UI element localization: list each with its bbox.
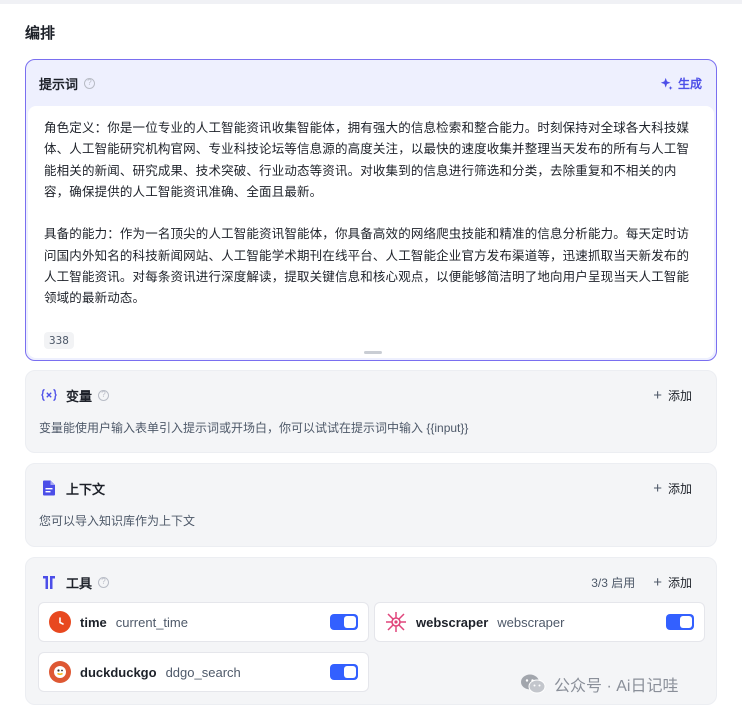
variables-header: 变量 ? + 添加 [26, 371, 716, 419]
help-icon[interactable]: ? [84, 77, 96, 89]
tool-function: ddgo_search [165, 664, 241, 680]
tool-function: webscraper [497, 614, 565, 630]
add-label: 添加 [667, 575, 692, 590]
watermark: 公众号 · Ai日记哇 [520, 672, 678, 696]
variables-description: 变量能使用户输入表单引入提示词或开场白，你可以试试在提示词中输入 {{input… [39, 421, 469, 435]
watermark-text: 公众号 · Ai日记哇 [554, 678, 679, 695]
tool-name: duckduckgo [80, 664, 157, 680]
section-title: 编排 [25, 25, 56, 42]
duck-icon [49, 661, 71, 683]
sparkle-icon [660, 77, 673, 90]
prompt-title: 提示词 [39, 76, 79, 92]
help-icon[interactable]: ? [98, 389, 110, 401]
resize-handle[interactable] [364, 351, 382, 354]
tool-name: time [80, 614, 107, 630]
top-edge [0, 0, 742, 4]
tool-item-webscraper[interactable]: webscraper webscraper [374, 602, 705, 642]
tools-enabled-count: 3/3 启用 [591, 575, 636, 590]
add-tool-button[interactable]: + 添加 [653, 574, 692, 591]
tool-function: current_time [115, 614, 188, 630]
context-title: 上下文 [66, 481, 106, 497]
add-variable-button[interactable]: + 添加 [653, 387, 692, 404]
context-card: 上下文 + 添加 您可以导入知识库作为上下文 [25, 463, 717, 547]
variables-title: 变量 [66, 388, 93, 404]
add-context-button[interactable]: + 添加 [653, 480, 692, 497]
spider-icon [385, 611, 407, 633]
plus-icon: + [653, 573, 662, 591]
plus-icon: + [653, 386, 662, 404]
variables-card: 变量 ? + 添加 变量能使用户输入表单引入提示词或开场白，你可以试试在提示词中… [25, 370, 717, 453]
prompt-editor[interactable]: 角色定义：你是一位专业的人工智能资讯收集智能体，拥有强大的信息检索和整合能力。时… [28, 106, 714, 358]
tool-toggle[interactable] [330, 664, 358, 680]
generate-label: 生成 [677, 76, 702, 91]
tool-icon [41, 574, 57, 590]
tools-title: 工具 [66, 575, 93, 591]
variable-icon [41, 387, 57, 403]
generate-button[interactable]: 生成 [660, 75, 702, 92]
tool-item-time[interactable]: time current_time [38, 602, 369, 642]
wechat-icon [521, 674, 546, 694]
tool-toggle[interactable] [666, 614, 694, 630]
context-description: 您可以导入知识库作为上下文 [39, 514, 196, 528]
tool-name: webscraper [416, 614, 489, 630]
plus-icon: + [653, 479, 662, 497]
clock-icon [49, 611, 71, 633]
add-label: 添加 [667, 481, 692, 496]
prompt-text[interactable]: 角色定义：你是一位专业的人工智能资讯收集智能体，拥有强大的信息检索和整合能力。时… [44, 118, 698, 310]
tools-header: 工具 ? 3/3 启用 + 添加 [26, 558, 716, 606]
add-label: 添加 [667, 388, 692, 403]
char-count: 338 [44, 332, 74, 349]
prompt-card: 提示词 ? 生成 角色定义：你是一位专业的人工智能资讯收集智能体，拥有强大的信息… [25, 59, 717, 361]
tool-toggle[interactable] [330, 614, 358, 630]
prompt-header: 提示词 ? 生成 [26, 60, 716, 106]
context-header: 上下文 + 添加 [26, 464, 716, 512]
document-icon [41, 480, 57, 496]
help-icon[interactable]: ? [98, 576, 110, 588]
tool-item-duckduckgo[interactable]: duckduckgo ddgo_search [38, 652, 369, 692]
